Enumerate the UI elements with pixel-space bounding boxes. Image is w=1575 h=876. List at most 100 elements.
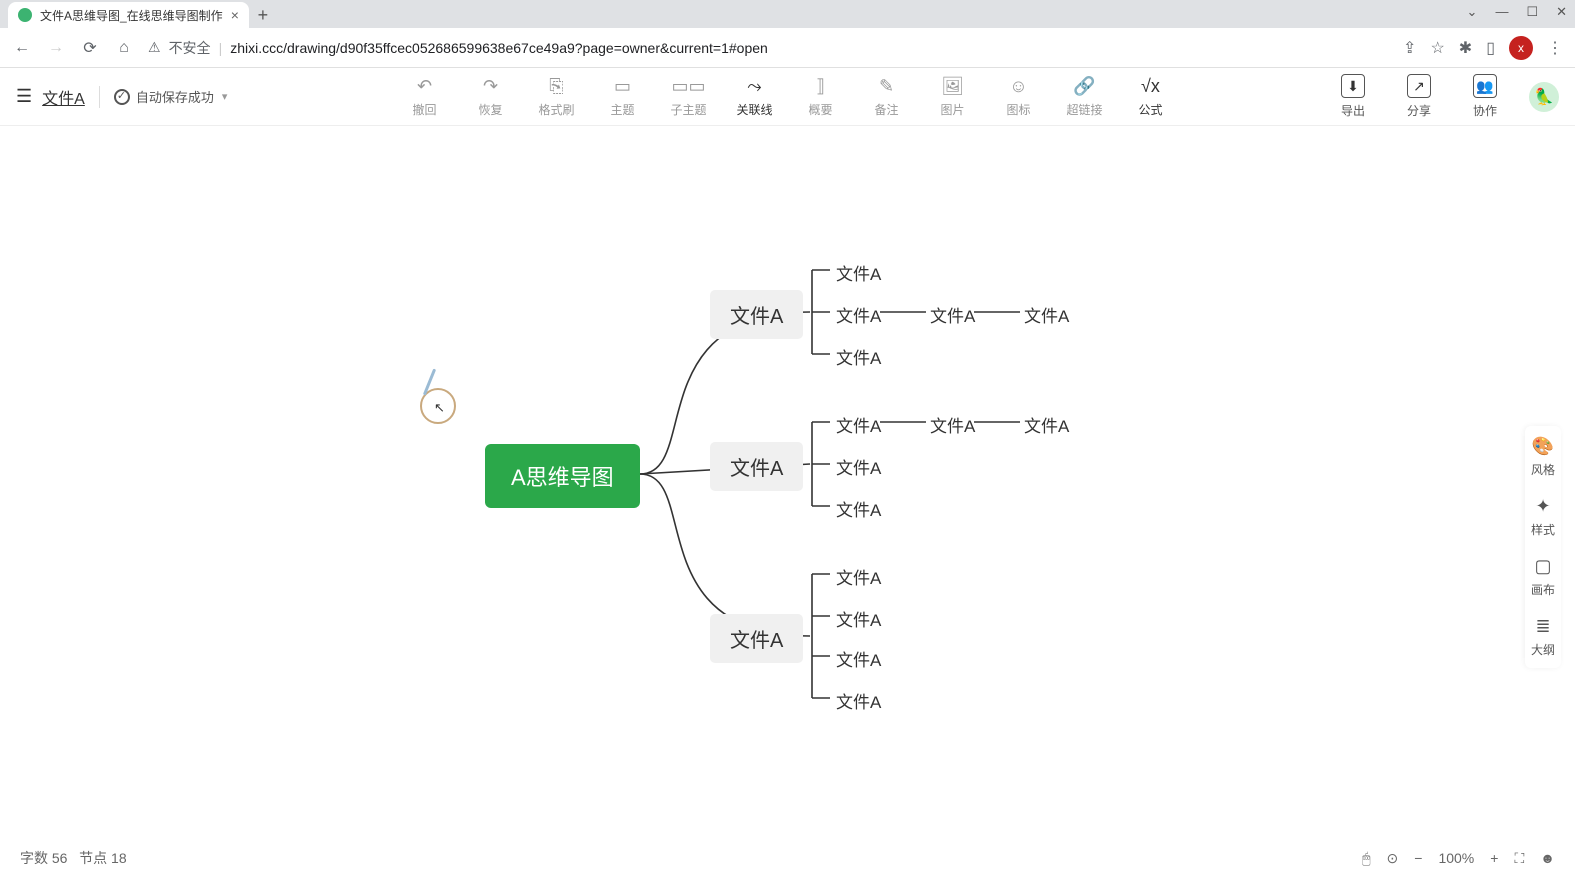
node-count-label: 节点 [79, 848, 107, 868]
window-minimize-icon[interactable]: — [1495, 4, 1508, 20]
leaf-node[interactable]: 文件A [836, 646, 881, 671]
tool-撤回[interactable]: ↶ 撤回 [403, 75, 447, 118]
zoom-in-button[interactable]: + [1490, 850, 1498, 866]
side-icon: 🎨 [1532, 436, 1554, 457]
side-风格[interactable]: 🎨风格 [1531, 436, 1555, 478]
tool-超链接[interactable]: 🔗超链接 [1063, 75, 1107, 118]
action-label: 协作 [1473, 102, 1497, 119]
window-maximize-icon[interactable]: ☐ [1526, 4, 1538, 20]
action-icon: ↗ [1407, 74, 1431, 98]
tool-label: 格式刷 [538, 101, 574, 118]
home-button[interactable]: ⌂ [114, 39, 134, 57]
tool-icon: √x [1141, 75, 1160, 97]
autosave-status[interactable]: 自动保存成功 ▾ [114, 87, 228, 106]
tool-icon: ▭▭ [671, 75, 705, 97]
tool-恢复[interactable]: ↷ 恢复 [469, 75, 513, 118]
root-node[interactable]: A思维导图 [485, 444, 640, 508]
action-icon: ⬇ [1341, 74, 1365, 98]
side-样式[interactable]: ✦样式 [1531, 496, 1555, 538]
side-icon: ≣ [1535, 616, 1550, 637]
profile-badge[interactable]: x [1509, 36, 1533, 60]
tool-格式刷[interactable]: ⎘ 格式刷 [535, 75, 579, 118]
tool-备注[interactable]: ✎备注 [865, 75, 909, 118]
tool-label: 撤回 [412, 101, 436, 118]
tool-icon: ↷ [483, 75, 498, 97]
help-icon[interactable]: ☻ [1540, 850, 1555, 866]
branch-node[interactable]: 文件A [710, 442, 803, 491]
side-大纲[interactable]: ≣大纲 [1531, 616, 1555, 658]
close-tab-icon[interactable]: × [231, 7, 239, 23]
tool-icon: 🔗 [1073, 75, 1095, 97]
window-close-icon[interactable]: ✕ [1556, 4, 1567, 20]
tool-icon: ↶ [417, 75, 432, 97]
tool-关联线[interactable]: ⤳ 关联线 [733, 75, 777, 118]
locate-icon[interactable]: ⊙ [1387, 850, 1399, 867]
side-画布[interactable]: ▢ 画布 [1531, 556, 1555, 598]
zoom-out-button[interactable]: − [1414, 850, 1422, 866]
tool-icon: ⎘ [549, 75, 563, 97]
reload-button[interactable]: ⟳ [80, 38, 100, 58]
leaf-node[interactable]: 文件A [1024, 302, 1069, 327]
browser-tab[interactable]: 文件A思维导图_在线思维导图制作 × [8, 2, 249, 28]
leaf-node[interactable]: 文件A [836, 302, 881, 327]
zoom-level[interactable]: 100% [1438, 850, 1474, 866]
leaf-node[interactable]: 文件A [836, 688, 881, 713]
node-count-value: 18 [111, 850, 127, 866]
action-导出[interactable]: ⬇导出 [1331, 74, 1375, 119]
action-icon: 👥 [1473, 74, 1497, 98]
leaf-node[interactable]: 文件A [1024, 412, 1069, 437]
cursor-indicator: ↖ [420, 388, 456, 424]
window-dropdown-icon[interactable]: ⌄ [1467, 4, 1478, 20]
action-协作[interactable]: 👥 协作 [1463, 74, 1507, 119]
leaf-node[interactable]: 文件A [836, 412, 881, 437]
autosave-label: 自动保存成功 [136, 87, 214, 106]
tab-title: 文件A思维导图_在线思维导图制作 [40, 7, 223, 24]
bookmark-icon[interactable]: ☆ [1430, 38, 1444, 58]
tool-label: 图片 [940, 101, 964, 118]
mindmap-canvas[interactable]: A思维导图 文件A 文件A 文件A 文件A 文件A 文件A 文件A 文件A 文件… [0, 126, 1575, 866]
leaf-node[interactable]: 文件A [836, 606, 881, 631]
user-avatar[interactable]: 🦜 [1529, 82, 1559, 112]
new-tab-button[interactable]: + [249, 2, 277, 28]
url-text: zhixi.ccc/drawing/d90f35ffcec05268659963… [230, 40, 768, 56]
hamburger-menu-icon[interactable]: ☰ [16, 86, 32, 107]
branch-node[interactable]: 文件A [710, 290, 803, 339]
side-icon: ▢ [1534, 556, 1551, 577]
tool-图标[interactable]: ☺图标 [997, 75, 1041, 118]
side-icon: ✦ [1535, 496, 1550, 517]
leaf-node[interactable]: 文件A [836, 344, 881, 369]
tool-概要[interactable]: ⟧概要 [799, 75, 843, 118]
kebab-menu-icon[interactable]: ⋮ [1547, 38, 1563, 58]
share-url-icon[interactable]: ⇪ [1403, 38, 1416, 58]
tool-图片[interactable]: 🖼图片 [931, 75, 975, 118]
back-button[interactable]: ← [12, 39, 32, 57]
leaf-node[interactable]: 文件A [836, 496, 881, 521]
tool-主题[interactable]: ▭主题 [601, 75, 645, 118]
mouse-mode-icon[interactable]: 🖱 [1362, 850, 1370, 867]
leaf-node[interactable]: 文件A [930, 302, 975, 327]
favicon-icon [18, 8, 32, 22]
leaf-node[interactable]: 文件A [930, 412, 975, 437]
word-count-label: 字数 [20, 848, 48, 868]
leaf-node[interactable]: 文件A [836, 454, 881, 479]
tool-子主题[interactable]: ▭▭子主题 [667, 75, 711, 118]
file-name[interactable]: 文件A [42, 85, 85, 109]
tool-icon: ⟧ [816, 75, 825, 97]
action-分享[interactable]: ↗分享 [1397, 74, 1441, 119]
fit-screen-icon[interactable]: ⛶ [1514, 850, 1524, 867]
tool-公式[interactable]: √x公式 [1129, 75, 1173, 118]
tool-icon: ⤳ [747, 75, 761, 97]
sidepanel-icon[interactable]: ▯ [1486, 38, 1495, 58]
tool-label: 关联线 [736, 101, 772, 118]
tool-icon: ✎ [879, 75, 894, 97]
forward-button[interactable]: → [46, 39, 66, 57]
branch-node[interactable]: 文件A [710, 614, 803, 663]
tool-label: 主题 [610, 101, 634, 118]
side-label: 画布 [1531, 581, 1555, 598]
chevron-down-icon: ▾ [222, 90, 228, 103]
extensions-icon[interactable]: ✱ [1459, 38, 1472, 58]
tool-label: 恢复 [478, 101, 502, 118]
address-bar[interactable]: ⚠ 不安全 | zhixi.ccc/drawing/d90f35ffcec052… [148, 38, 1389, 58]
leaf-node[interactable]: 文件A [836, 564, 881, 589]
leaf-node[interactable]: 文件A [836, 260, 881, 285]
